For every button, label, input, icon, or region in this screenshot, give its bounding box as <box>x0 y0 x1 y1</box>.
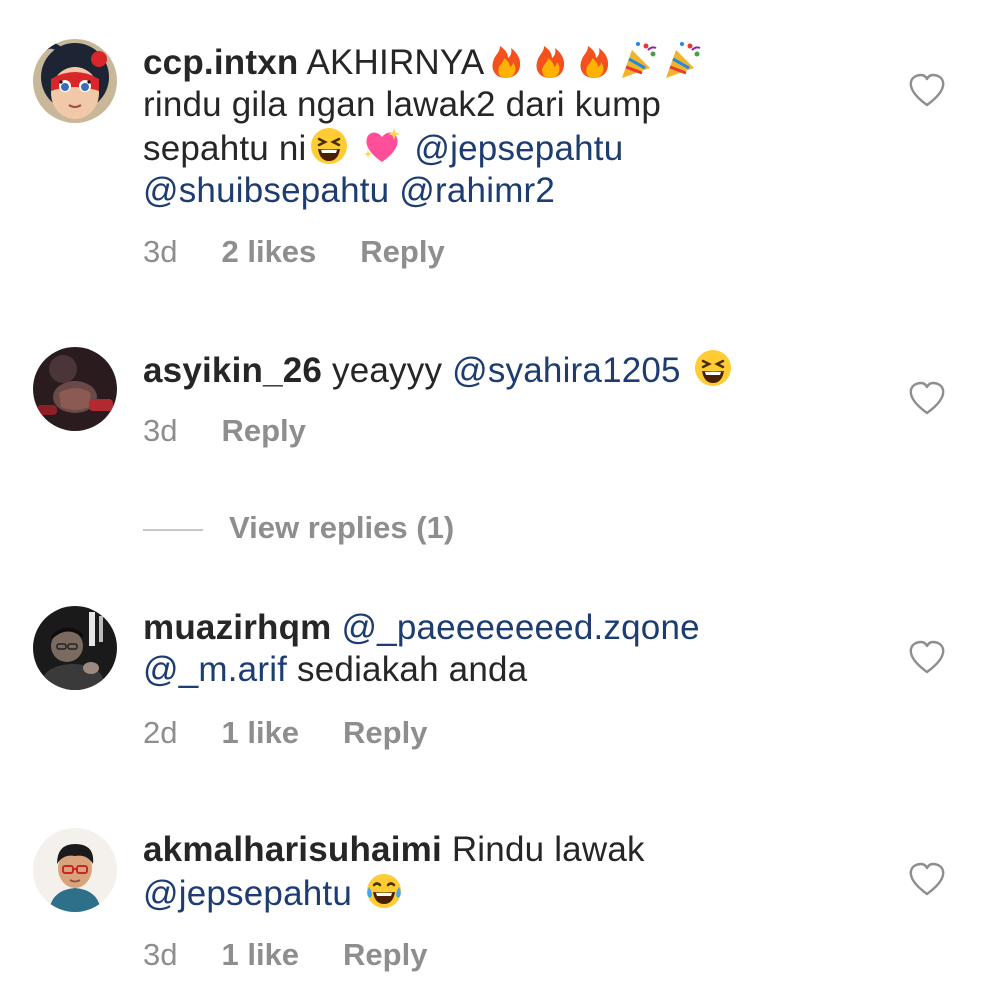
comment-text-part: rindu gila ngan lawak2 dari kump <box>143 85 662 124</box>
likes-count[interactable]: 1 like <box>221 715 299 751</box>
mention-link[interactable]: @shuibsepahtu <box>143 171 389 210</box>
reply-button[interactable]: Reply <box>221 413 305 449</box>
comment-username[interactable]: ccp.intxn <box>143 43 298 82</box>
mention-link[interactable]: @_paeeeeeeed.zqone <box>341 608 699 647</box>
comment-text: muazirhqm @_paeeeeeeed.zqone @_m.arif se… <box>143 607 883 691</box>
comment-meta: 3d 2 likes Reply <box>143 234 445 270</box>
comment-time: 3d <box>143 937 178 972</box>
fire-emoji-icon <box>486 40 526 80</box>
comment-username[interactable]: muazirhqm <box>143 608 332 647</box>
hands-avatar-icon <box>33 347 117 431</box>
laughing-emoji-icon <box>309 126 349 166</box>
heart-outline-icon[interactable] <box>908 862 946 896</box>
view-replies-button[interactable]: View replies (1) <box>143 510 454 546</box>
mention-link[interactable]: @jepsepahtu <box>414 129 623 168</box>
boy-cartoon-avatar-icon <box>33 828 117 912</box>
comment-text: ccp.intxn AKHIRNYA rindu gila ngan lawak… <box>143 40 883 212</box>
heart-outline-icon[interactable] <box>908 381 946 415</box>
heart-outline-icon[interactable] <box>908 73 946 107</box>
comment-username[interactable]: akmalharisuhaimi <box>143 830 442 869</box>
likes-count[interactable]: 1 like <box>221 937 299 973</box>
replies-divider <box>143 528 203 531</box>
laughing-emoji-icon <box>693 348 733 388</box>
likes-count[interactable]: 2 likes <box>221 234 316 270</box>
dark-photo-avatar-icon <box>33 606 117 690</box>
mention-link[interactable]: @jepsepahtu <box>143 874 352 913</box>
fire-emoji-icon <box>530 40 570 80</box>
comment-text-part: AKHIRNYA <box>306 43 485 82</box>
fire-emoji-icon <box>574 40 614 80</box>
sparkling-heart-emoji-icon <box>362 126 402 166</box>
comment-text: asyikin_26 yeayyy @syahira1205 <box>143 348 883 392</box>
comment-text-part: sediakah anda <box>297 650 528 689</box>
reply-button[interactable]: Reply <box>360 234 444 270</box>
mention-link[interactable]: @syahira1205 <box>452 351 681 390</box>
comment-text-part: Rindu lawak <box>451 830 645 869</box>
mention-link[interactable]: @_m.arif <box>143 650 287 689</box>
avatar[interactable] <box>33 606 117 690</box>
comment-time: 2d <box>143 715 178 750</box>
avatar[interactable] <box>33 828 117 912</box>
comment-meta: 3d Reply <box>143 413 306 449</box>
comment-text: akmalharisuhaimi Rindu lawak @jepsepahtu <box>143 829 883 915</box>
ladybug-cartoon-avatar-icon <box>33 39 117 123</box>
reply-button[interactable]: Reply <box>343 715 427 751</box>
avatar[interactable] <box>33 347 117 431</box>
reply-button[interactable]: Reply <box>343 937 427 973</box>
comment-time: 3d <box>143 234 178 269</box>
tears-of-joy-emoji-icon <box>364 871 404 911</box>
comment-meta: 2d 1 like Reply <box>143 715 427 751</box>
party-popper-emoji-icon <box>662 40 702 80</box>
party-popper-emoji-icon <box>618 40 658 80</box>
comment-time: 3d <box>143 413 178 448</box>
view-replies-label: View replies (1) <box>229 510 455 545</box>
heart-outline-icon[interactable] <box>908 640 946 674</box>
avatar[interactable] <box>33 39 117 123</box>
mention-link[interactable]: @rahimr2 <box>399 171 555 210</box>
comment-meta: 3d 1 like Reply <box>143 937 427 973</box>
comment-username[interactable]: asyikin_26 <box>143 351 322 390</box>
comment-text-part: yeayyy <box>332 351 443 390</box>
comment-text-part: sepahtu ni <box>143 129 307 168</box>
